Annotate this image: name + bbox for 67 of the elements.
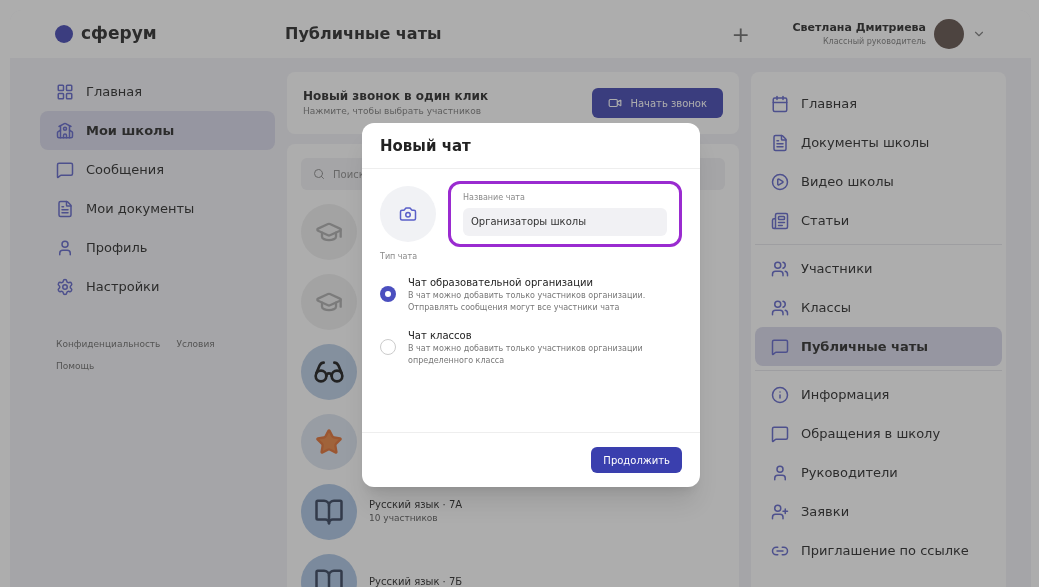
footer-link[interactable]: Помощь [56, 359, 95, 373]
option-description: В чат можно добавить только участников организации. Отправлять сообщения могут все участники чата [408, 289, 647, 314]
radio-button[interactable] [380, 339, 396, 355]
option-title[interactable]: Чат классов [408, 327, 682, 343]
banner-title: Новый звонок в один клик [303, 88, 489, 106]
radio-button[interactable] [380, 286, 396, 302]
star-icon [315, 427, 343, 456]
calendar-icon [771, 94, 789, 113]
logo-text: сферум [81, 22, 157, 46]
dialog-title: Новый чат [362, 123, 700, 169]
nav-item[interactable]: Статьи [755, 201, 1002, 240]
nav-item[interactable]: Сообщения [40, 150, 275, 189]
article-icon [771, 211, 789, 230]
camera-icon [399, 204, 417, 223]
nav-item[interactable]: Главная [755, 84, 1002, 123]
play-icon [771, 172, 789, 191]
person-icon [56, 238, 74, 257]
add-button[interactable]: + [731, 17, 750, 51]
chat-name[interactable]: Русский язык · 7Б [369, 574, 463, 587]
chat-type-label: Тип чата [379, 250, 419, 263]
continue-button[interactable]: Продолжить [591, 447, 682, 473]
banner-subtitle: Нажмите, чтобы выбрать участников [303, 105, 483, 119]
building-icon [56, 121, 74, 140]
user-role: Классный руководитель [822, 36, 926, 49]
nav-item[interactable]: Публичные чаты [755, 327, 1002, 366]
nav-item[interactable]: Главная [40, 72, 275, 111]
user-avatar[interactable] [934, 19, 964, 49]
footer-link[interactable]: Условия [176, 338, 215, 352]
start-call-button[interactable]: Начать звонок [592, 88, 723, 118]
document-icon [56, 199, 74, 218]
nav-item[interactable]: Настройки [40, 267, 275, 306]
grid-icon [56, 82, 74, 101]
settings-icon [56, 277, 74, 296]
video-camera-icon [608, 96, 623, 110]
nav-item[interactable]: Заявки [755, 492, 1002, 531]
option-title[interactable]: Чат образовательной организации [408, 274, 682, 290]
chat-icon [56, 160, 74, 179]
search-icon [313, 168, 325, 180]
info-icon [771, 385, 789, 404]
chat-name-input[interactable]: Организаторы школы [463, 207, 667, 236]
chat-name-field[interactable]: Название чата Организаторы школы [448, 180, 682, 247]
option-description: В чат можно добавить только участников организации определенного класса [408, 342, 644, 367]
field-label: Название чата [463, 191, 526, 204]
user-name: Светлана Дмитриева [792, 19, 926, 36]
chat-members: 10 участников [369, 512, 439, 526]
nav-item[interactable]: Мои школы [40, 111, 275, 150]
logo-icon [55, 25, 73, 43]
nav-item[interactable]: Руководители [755, 453, 1002, 492]
nav-item[interactable]: Участники [755, 249, 1002, 288]
nav-item[interactable]: Мои документы [40, 189, 275, 228]
chat-name[interactable]: Русский язык · 7А [369, 497, 463, 513]
add-person-icon [771, 502, 789, 521]
people-icon [771, 259, 789, 278]
person-icon [771, 463, 789, 482]
chat-icon [771, 337, 789, 356]
page-title: Публичные чаты [285, 23, 442, 45]
nav-item[interactable]: Классы [755, 288, 1002, 327]
footer-link[interactable]: Конфиденциальность [56, 338, 161, 352]
nav-item[interactable]: Документы школы [755, 123, 1002, 162]
nav-item[interactable]: Приглашение по ссылке [755, 531, 1002, 570]
document-icon [771, 133, 789, 152]
nav-item[interactable]: Видео школы [755, 162, 1002, 201]
nav-item[interactable]: Информация [755, 375, 1002, 414]
chat-icon [771, 424, 789, 443]
nav-item[interactable]: Профиль [40, 228, 275, 267]
people-icon [771, 298, 789, 317]
nav-item[interactable]: Обращения в школу [755, 414, 1002, 453]
